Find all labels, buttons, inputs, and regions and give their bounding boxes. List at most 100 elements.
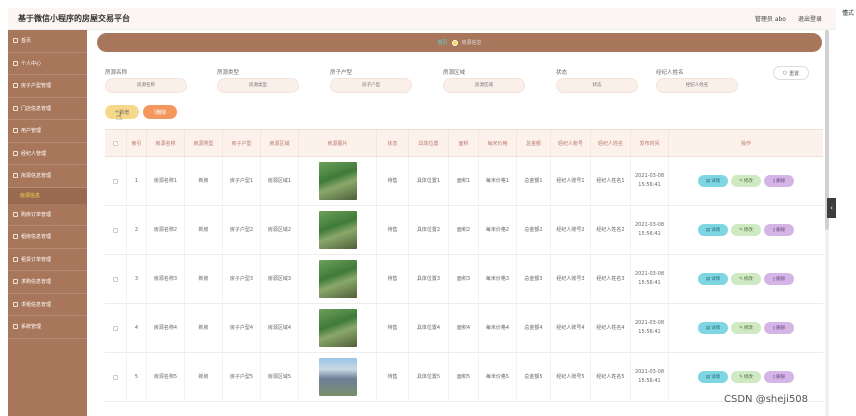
cell-index: 1	[127, 157, 147, 205]
sidebar-item-agents[interactable]: 经纪人管理	[8, 143, 87, 165]
edit-button[interactable]: ✎ 修改	[731, 224, 761, 236]
delete-button[interactable]: ▯ 删除	[764, 224, 794, 236]
pencil-icon: ✎	[739, 178, 743, 184]
cell-zone: 房源区域2	[261, 206, 299, 254]
detail-button[interactable]: ▤ 详情	[698, 224, 728, 236]
listing-photo[interactable]	[318, 162, 357, 200]
checkbox-icon	[113, 276, 118, 282]
sidebar: 首页 个人中心 房子户型管理 门店信息管理 用户管理 经纪人管理 房源信息管理 …	[8, 30, 87, 416]
checkbox-icon	[113, 374, 118, 380]
filter-status-input[interactable]	[556, 78, 638, 93]
cell-price: 每米价格1	[479, 157, 517, 205]
cell-name: 房源名称2	[147, 206, 185, 254]
filter-zone: 房源区域	[443, 68, 525, 93]
header-cell[interactable]: 房子户型	[223, 130, 261, 156]
pencil-icon: ✎	[739, 374, 743, 380]
filter-layout: 房子户型	[330, 68, 412, 93]
sidebar-item-system[interactable]: 系统管理	[8, 316, 87, 339]
header-cell[interactable]: 具体位置	[409, 130, 449, 156]
edit-button[interactable]: ✎ 修改	[731, 273, 761, 285]
cell-location: 具体位置5	[409, 353, 449, 401]
reset-button[interactable]: ○ 重置	[773, 66, 809, 80]
cell-actions: ▤ 详情 ✎ 修改 ▯ 删除	[669, 304, 823, 352]
header-cell[interactable]: 经纪人姓名	[591, 130, 631, 156]
header-checkbox[interactable]	[105, 130, 127, 156]
sidebar-item-wanted-buy[interactable]: 求购信息管理	[8, 271, 87, 294]
listing-photo[interactable]	[318, 309, 357, 347]
sidebar-item-label: 首页	[21, 38, 32, 45]
detail-button[interactable]: ▤ 详情	[698, 371, 728, 383]
filter-type-input[interactable]	[217, 78, 299, 93]
edit-button[interactable]: ✎ 修改	[731, 175, 761, 187]
sidebar-item-label: 房子户型管理	[21, 83, 52, 90]
listing-photo[interactable]	[318, 260, 357, 298]
collapse-panel-tab[interactable]: ‹	[827, 198, 836, 218]
filter-name-input[interactable]	[105, 78, 187, 93]
row-checkbox[interactable]	[105, 157, 127, 205]
reset-button-label: 重置	[789, 70, 800, 77]
edit-button[interactable]: ✎ 修改	[731, 322, 761, 334]
header-cell[interactable]: 总金额	[517, 130, 551, 156]
detail-button[interactable]: ▤ 详情	[698, 273, 728, 285]
logout-link[interactable]: 退出登录	[798, 14, 822, 23]
detail-button[interactable]: ▤ 详情	[698, 322, 728, 334]
cell-agent-account: 经纪人账号2	[551, 206, 591, 254]
header-cell[interactable]: 面积	[449, 130, 479, 156]
sidebar-item-purchase-orders[interactable]: 购房订单管理	[8, 204, 87, 226]
cell-photo	[299, 304, 377, 352]
delete-button[interactable]: ▯ 删除	[764, 371, 794, 383]
edit-button[interactable]: ✎ 修改	[731, 371, 761, 383]
row-checkbox[interactable]	[105, 304, 127, 352]
trash-icon: ▯	[772, 325, 776, 331]
detail-button[interactable]: ▤ 详情	[698, 175, 728, 187]
header-cell[interactable]: 房源类型	[185, 130, 223, 156]
delete-button[interactable]: ▯ 删除	[764, 175, 794, 187]
sidebar-item-wanted-rent[interactable]: 求租信息管理	[8, 294, 87, 316]
filter-label: 房源区域	[443, 70, 466, 76]
header-cell[interactable]: 房源图片	[299, 130, 377, 156]
breadcrumb-home[interactable]: 首页	[437, 39, 447, 46]
sidebar-item-home[interactable]: 首页	[8, 30, 87, 53]
header-cell[interactable]: 经纪人账号	[551, 130, 591, 156]
menu-icon	[13, 173, 18, 179]
sidebar-item-stores[interactable]: 门店信息管理	[8, 98, 87, 120]
header-cell[interactable]: 房源名称	[147, 130, 185, 156]
row-checkbox[interactable]	[105, 353, 127, 401]
cell-price: 每米价格2	[479, 206, 517, 254]
cell-location: 具体位置1	[409, 157, 449, 205]
table-body: 1 房源名称1 新房 房子户型1 房源区域1 待售 具体位置1 面积1 每米价格…	[105, 157, 823, 402]
delete-button[interactable]: ▯ 删除	[764, 273, 794, 285]
filter-layout-input[interactable]	[330, 78, 412, 93]
edit-label: 修改	[743, 178, 753, 184]
sidebar-item-label: 求租信息管理	[21, 301, 52, 308]
header-cell[interactable]: 发布时间	[631, 130, 669, 156]
cell-agent-account: 经纪人账号4	[551, 304, 591, 352]
row-checkbox[interactable]	[105, 255, 127, 303]
cell-area: 面积5	[449, 353, 479, 401]
menu-icon	[13, 211, 18, 217]
sidebar-subitem-listings[interactable]: 房源信息	[8, 187, 87, 204]
row-checkbox[interactable]	[105, 206, 127, 254]
menu-icon	[13, 150, 18, 156]
header-cell[interactable]: 房源区域	[261, 130, 299, 156]
listing-photo[interactable]	[318, 211, 357, 249]
bulk-delete-button[interactable]: ▯ 删除	[143, 105, 177, 119]
listing-photo[interactable]	[318, 358, 357, 396]
filter-agent-input[interactable]	[656, 78, 738, 93]
sidebar-item-layouts[interactable]: 房子户型管理	[8, 75, 87, 98]
header-cell[interactable]: 每米价格	[479, 130, 517, 156]
header-cell[interactable]: 状态	[377, 130, 409, 156]
sidebar-item-listings[interactable]: 房源信息管理	[8, 165, 87, 188]
sidebar-item-lease-orders[interactable]: 租赁订单管理	[8, 249, 87, 271]
doc-icon: ▤	[705, 227, 711, 233]
delete-label: 删除	[776, 325, 786, 331]
cell-total: 总金额4	[517, 304, 551, 352]
filter-label: 经纪人姓名	[656, 70, 684, 76]
sidebar-item-rentals[interactable]: 租房信息管理	[8, 226, 87, 249]
edit-label: 修改	[743, 325, 753, 331]
sidebar-item-label: 门店信息管理	[21, 105, 52, 112]
filter-zone-input[interactable]	[443, 78, 525, 93]
sidebar-item-users[interactable]: 用户管理	[8, 120, 87, 143]
sidebar-item-profile[interactable]: 个人中心	[8, 53, 87, 75]
delete-button[interactable]: ▯ 删除	[764, 322, 794, 334]
